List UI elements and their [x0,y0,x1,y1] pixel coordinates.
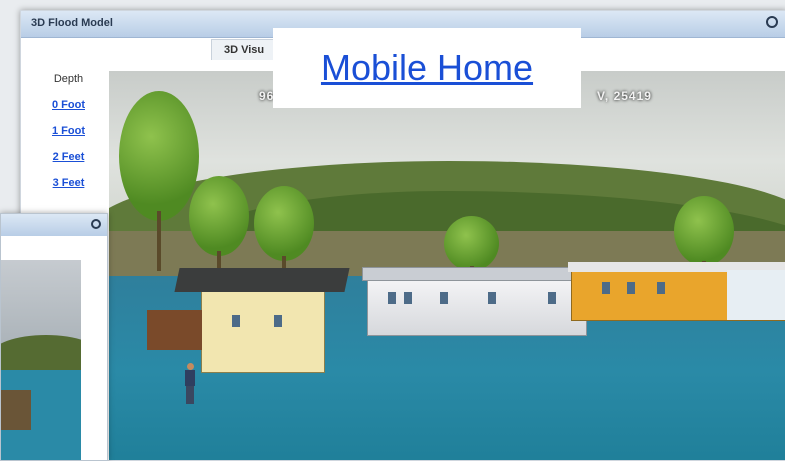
orange-mobile-home [568,262,785,321]
white-mobile-home [362,267,594,336]
depth-link-3-feet[interactable]: 3 Feet [31,177,106,189]
tab-3d-visualization[interactable]: 3D Visu [211,39,278,60]
address-overlay-right: V, 25419 [597,89,652,103]
depth-link-1-foot[interactable]: 1 Foot [31,125,106,137]
person-figure [184,363,196,405]
depth-link-0-foot[interactable]: 0 Foot [31,99,106,111]
secondary-titlebar [1,214,107,236]
flood-scene-view[interactable]: 966 P V, 25419 [109,71,785,460]
caption-box: Mobile Home [273,28,581,108]
tab-bar: 3D Visu [211,39,278,60]
depth-link-2-feet[interactable]: 2 Feet [31,151,106,163]
mobile-home-link[interactable]: Mobile Home [321,47,533,89]
window-title: 3D Flood Model [31,17,113,29]
secondary-flood-window [0,213,108,461]
secondary-scene-view [1,260,81,460]
close-icon[interactable] [91,219,101,229]
yellow-mobile-home [147,268,350,373]
depth-header: Depth [53,73,84,85]
close-icon[interactable] [766,16,778,28]
